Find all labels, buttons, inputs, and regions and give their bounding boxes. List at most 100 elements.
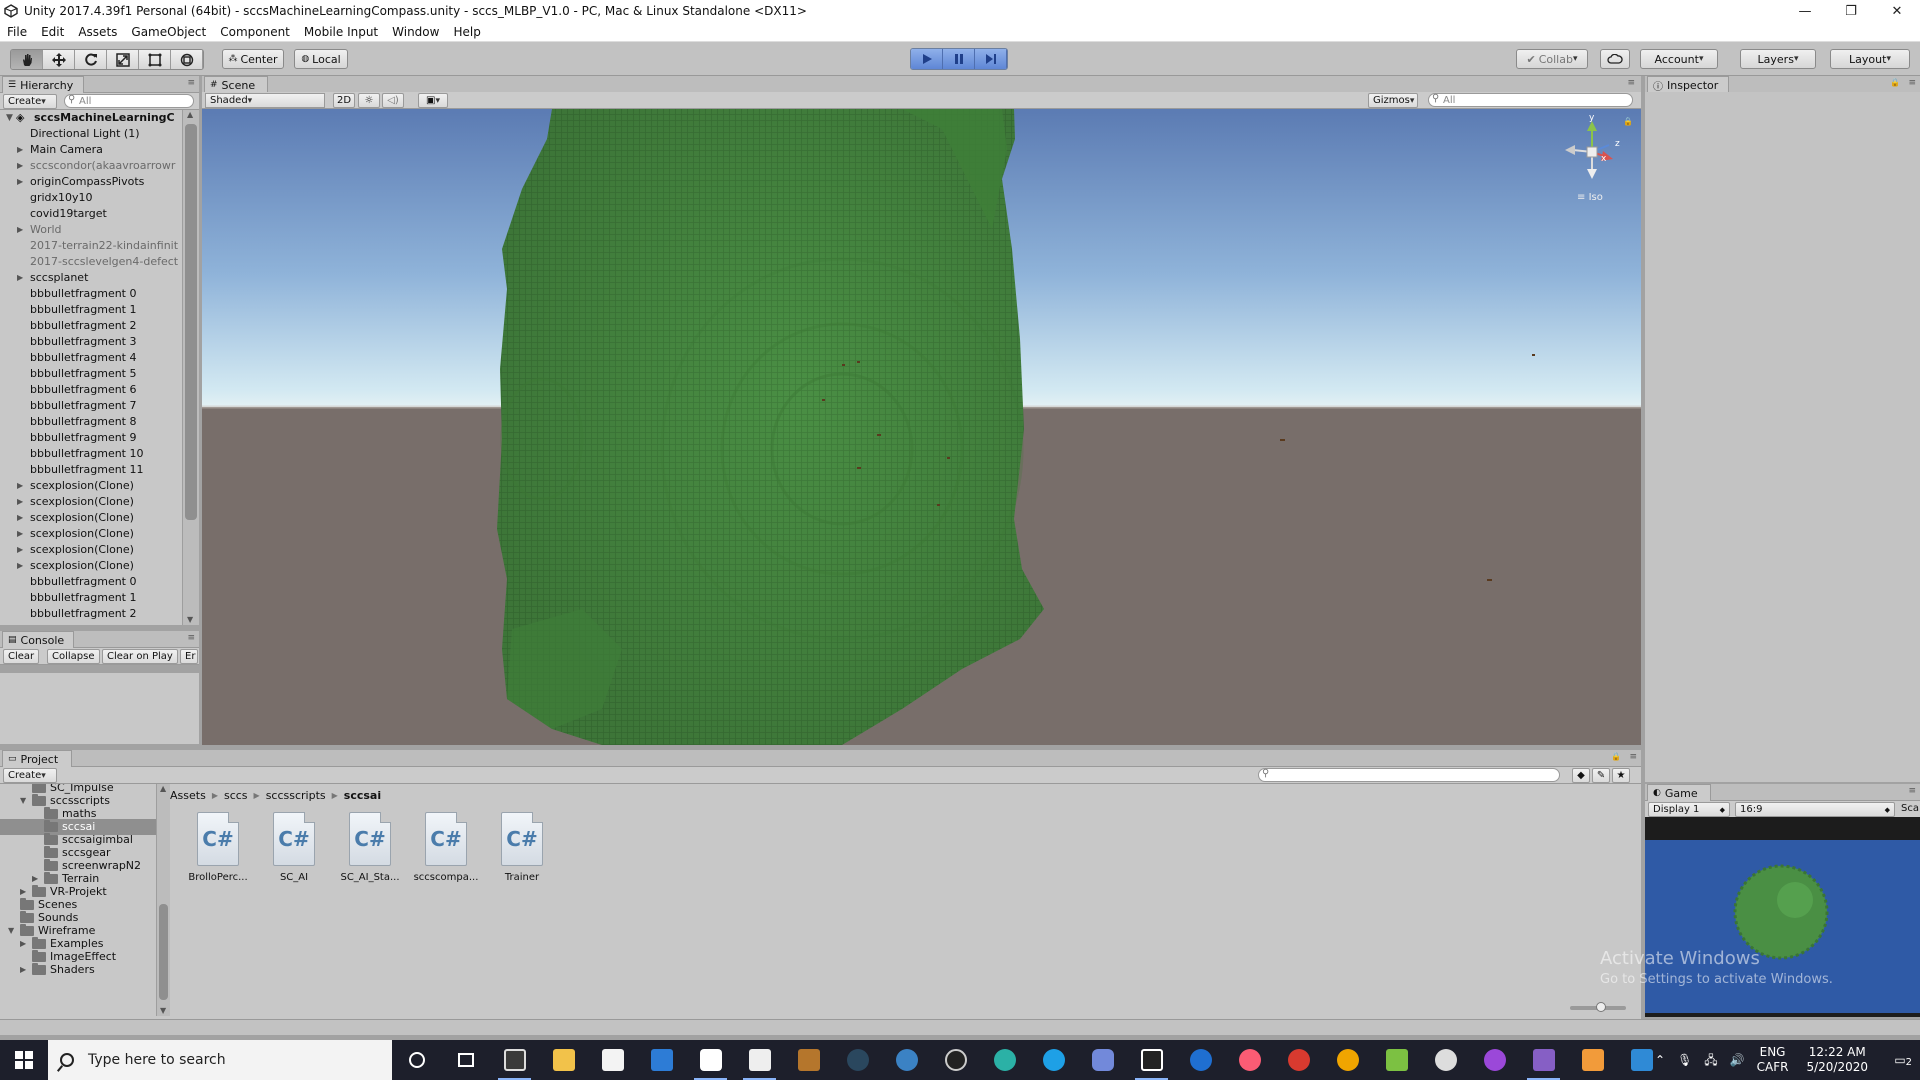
menu-mobile-input[interactable]: Mobile Input bbox=[297, 25, 385, 39]
scroll-up-icon[interactable]: ▲ bbox=[160, 784, 166, 793]
lighting-icon[interactable]: ☼ bbox=[358, 93, 380, 108]
microphone-icon[interactable]: 🎙 bbox=[1677, 1053, 1692, 1068]
thunderbolt-app-icon[interactable] bbox=[882, 1040, 931, 1080]
hierarchy-create-button[interactable]: Create bbox=[3, 94, 57, 109]
calculator-app-icon[interactable] bbox=[490, 1040, 539, 1080]
icon-size-slider[interactable] bbox=[1570, 1002, 1626, 1012]
panel-menu-icon[interactable]: ≡ bbox=[1627, 78, 1635, 88]
asset-script[interactable]: C# sccscompa... bbox=[408, 812, 484, 902]
ccleaner-red-app-icon[interactable] bbox=[1274, 1040, 1323, 1080]
expand-arrow-icon[interactable]: ▶ bbox=[17, 510, 23, 526]
hierarchy-item[interactable]: ▶ sccscondor(akaavroarrowr bbox=[0, 158, 182, 174]
expand-arrow-icon[interactable]: ▶ bbox=[17, 270, 23, 286]
menu-window[interactable]: Window bbox=[385, 25, 446, 39]
display-dropdown[interactable]: Display 1 ◆ bbox=[1648, 802, 1730, 817]
internet-explorer-app-icon[interactable] bbox=[1029, 1040, 1078, 1080]
hierarchy-item[interactable]: ▶ World bbox=[0, 222, 182, 238]
step-button[interactable] bbox=[975, 49, 1007, 69]
project-folder-item[interactable]: ▶ Shaders bbox=[20, 962, 95, 978]
account-dropdown[interactable]: Account bbox=[1640, 49, 1718, 69]
taskbar-search-input[interactable]: Type here to search bbox=[48, 1040, 392, 1080]
hierarchy-item[interactable]: gridx10y10 bbox=[0, 190, 182, 206]
console-clear-button[interactable]: Clear bbox=[3, 649, 40, 664]
ccleaner-app-icon[interactable] bbox=[1176, 1040, 1225, 1080]
asset-script[interactable]: C# SC_AI_Sta... bbox=[332, 812, 408, 902]
scroll-down-icon[interactable]: ▼ bbox=[187, 615, 193, 624]
hierarchy-item[interactable]: ▶ scexplosion(Clone) bbox=[0, 526, 182, 542]
start-button[interactable] bbox=[0, 1040, 48, 1080]
breadcrumb-assets[interactable]: Assets bbox=[170, 789, 206, 802]
mode-2d-toggle[interactable]: 2D bbox=[333, 93, 355, 108]
expand-arrow-icon[interactable]: ▶ bbox=[17, 558, 23, 574]
breadcrumb-sccsai[interactable]: sccsai bbox=[344, 789, 381, 802]
folder-arrow-icon[interactable]: ▼ bbox=[20, 793, 32, 809]
panel-menu-icon[interactable]: ≡ bbox=[1908, 78, 1916, 88]
hierarchy-search-input[interactable]: All bbox=[64, 94, 194, 108]
orientation-gizmo[interactable]: y x z 🔒 ≡ Iso bbox=[1557, 113, 1633, 207]
notifications-button[interactable]: ▭ 2 bbox=[1886, 1053, 1914, 1068]
scene-search-input[interactable]: All bbox=[1428, 93, 1633, 107]
rect-tool-icon[interactable] bbox=[139, 50, 171, 69]
hand-tool-icon[interactable] bbox=[11, 50, 43, 69]
hierarchy-item[interactable]: ▶ scexplosion(Clone) bbox=[0, 478, 182, 494]
hierarchy-item[interactable]: ▶ scexplosion(Clone) bbox=[0, 494, 182, 510]
hierarchy-item[interactable]: bbbulletfragment 2 bbox=[0, 606, 182, 622]
console-clear-on-play-button[interactable]: Clear on Play bbox=[102, 649, 178, 664]
hierarchy-item[interactable]: bbbulletfragment 1 bbox=[0, 302, 182, 318]
expand-arrow-icon[interactable]: ▶ bbox=[17, 222, 23, 238]
hierarchy-item[interactable]: ▶ scexplosion(Clone) bbox=[0, 542, 182, 558]
menu-file[interactable]: File bbox=[0, 25, 34, 39]
menu-gameobject[interactable]: GameObject bbox=[124, 25, 213, 39]
hierarchy-item[interactable]: bbbulletfragment 7 bbox=[0, 398, 182, 414]
hierarchy-scrollbar[interactable]: ▲ ▼ bbox=[182, 110, 199, 625]
project-tree-scroll-thumb[interactable] bbox=[159, 904, 168, 1000]
collab-button[interactable]: ✔ Collab bbox=[1516, 49, 1588, 69]
pause-button[interactable] bbox=[943, 49, 975, 69]
coin-app-icon[interactable] bbox=[1323, 1040, 1372, 1080]
paint-app-icon[interactable] bbox=[1372, 1040, 1421, 1080]
hierarchy-item[interactable]: bbbulletfragment 2 bbox=[0, 318, 182, 334]
hierarchy-item[interactable]: 2017-terrain22-kindainfinit bbox=[0, 238, 182, 254]
scale-tool-icon[interactable] bbox=[107, 50, 139, 69]
tray-chevron-icon[interactable]: ⌃ bbox=[1655, 1053, 1665, 1068]
settings-gear-icon[interactable] bbox=[1421, 1040, 1470, 1080]
cortana-icon[interactable] bbox=[392, 1040, 441, 1080]
asset-script[interactable]: C# SC_AI bbox=[256, 812, 332, 902]
expand-arrow-icon[interactable]: ▼ bbox=[6, 110, 13, 126]
tab-scene[interactable]: # Scene bbox=[204, 76, 268, 93]
expand-arrow-icon[interactable]: ▶ bbox=[17, 174, 23, 190]
hierarchy-item[interactable]: ▶ scexplosion(Clone) bbox=[0, 558, 182, 574]
folder-arrow-icon[interactable]: ▶ bbox=[20, 962, 32, 978]
orange-app-icon[interactable] bbox=[1568, 1040, 1617, 1080]
lock-icon[interactable]: 🔒 bbox=[1611, 752, 1621, 761]
hierarchy-item[interactable]: bbbulletfragment 11 bbox=[0, 462, 182, 478]
lock-icon[interactable]: 🔒 bbox=[1890, 78, 1900, 87]
hierarchy-item[interactable]: Directional Light (1) bbox=[0, 126, 182, 142]
pivot-center-button[interactable]: ⁂ Center bbox=[222, 49, 284, 69]
mail-app-icon[interactable] bbox=[637, 1040, 686, 1080]
unity-app-icon[interactable] bbox=[1127, 1040, 1176, 1080]
rotate-tool-icon[interactable] bbox=[75, 50, 107, 69]
hierarchy-item[interactable]: bbbulletfragment 6 bbox=[0, 382, 182, 398]
hierarchy-item[interactable]: bbbulletfragment 8 bbox=[0, 414, 182, 430]
task-view-icon[interactable] bbox=[441, 1040, 490, 1080]
hierarchy-item[interactable]: ▶ scexplosion(Clone) bbox=[0, 510, 182, 526]
file-explorer-app-icon[interactable] bbox=[539, 1040, 588, 1080]
hierarchy-item[interactable]: bbbulletfragment 3 bbox=[0, 334, 182, 350]
volume-icon[interactable]: 🔊 bbox=[1730, 1053, 1745, 1068]
pivot-local-button[interactable]: ◍ Local bbox=[294, 49, 348, 69]
tab-inspector[interactable]: ⓘ Inspector bbox=[1647, 76, 1729, 93]
hierarchy-item[interactable]: 2017-sccslevelgen4-defect bbox=[0, 254, 182, 270]
scroll-down-icon[interactable]: ▼ bbox=[160, 1006, 166, 1015]
play-button[interactable] bbox=[911, 49, 943, 69]
minimize-button[interactable]: — bbox=[1782, 0, 1828, 22]
expand-arrow-icon[interactable]: ▶ bbox=[17, 494, 23, 510]
game-view[interactable] bbox=[1645, 840, 1920, 1013]
asset-script[interactable]: C# BrolloPerc... bbox=[180, 812, 256, 902]
hierarchy-item[interactable]: bbbulletfragment 0 bbox=[0, 286, 182, 302]
expand-arrow-icon[interactable]: ▶ bbox=[17, 478, 23, 494]
tab-console[interactable]: ▤ Console bbox=[2, 631, 74, 648]
cloud-button[interactable] bbox=[1600, 49, 1630, 69]
menu-edit[interactable]: Edit bbox=[34, 25, 71, 39]
panel-menu-icon[interactable]: ≡ bbox=[187, 633, 195, 643]
